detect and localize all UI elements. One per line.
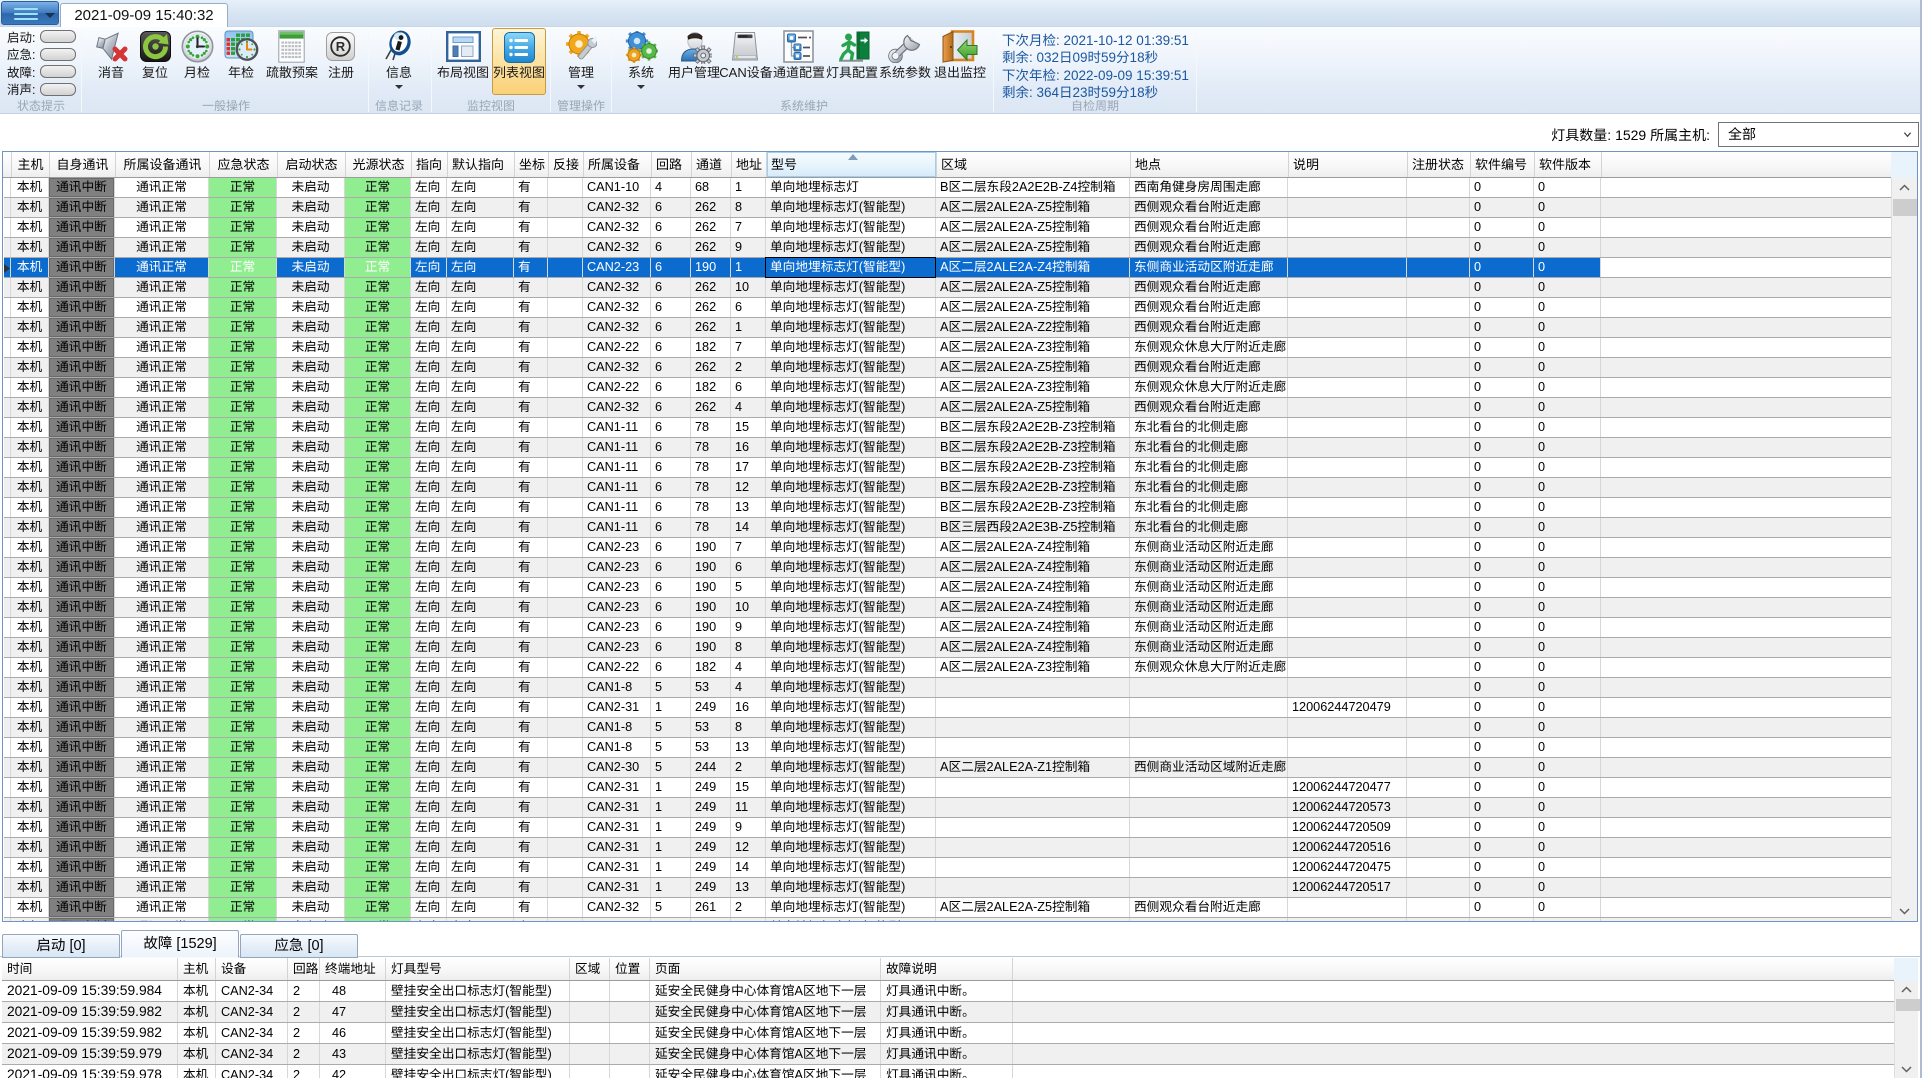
svg-text:R: R bbox=[336, 39, 346, 54]
